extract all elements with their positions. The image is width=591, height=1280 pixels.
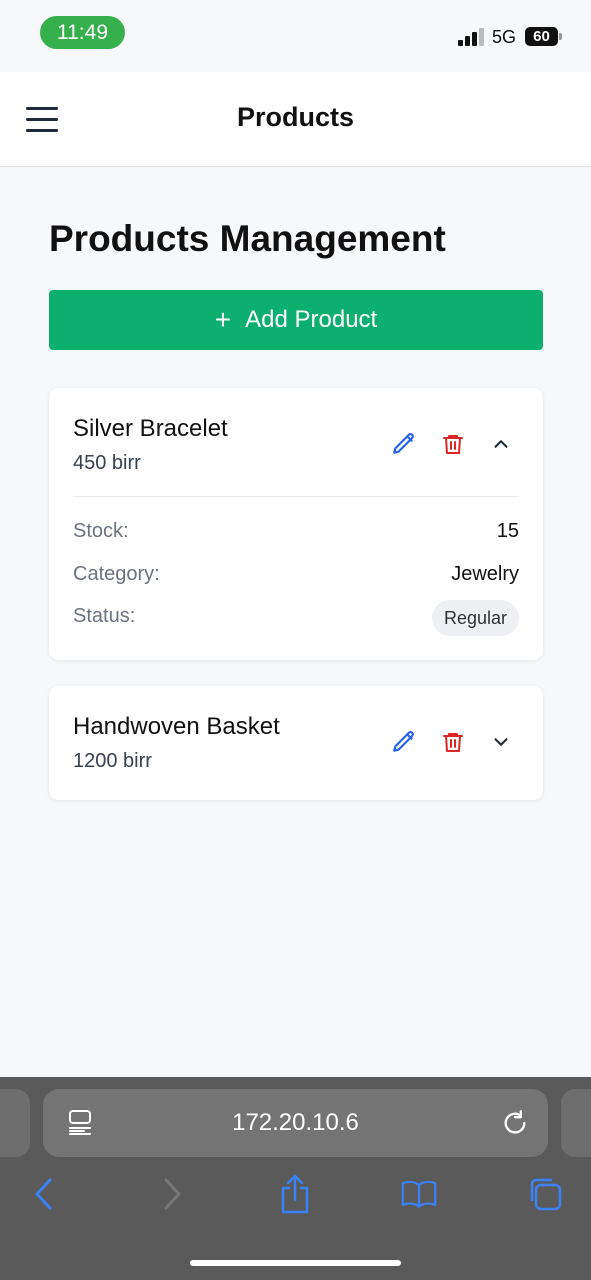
signal-icon <box>458 28 484 46</box>
url-bar[interactable]: 172.20.10.6 <box>43 1089 548 1157</box>
stock-label: Stock: <box>73 520 129 542</box>
status-label: Status: <box>73 605 136 627</box>
next-tab[interactable] <box>561 1089 591 1157</box>
battery-tip <box>559 33 562 40</box>
forward-arrow-icon[interactable] <box>154 1175 190 1213</box>
status-bar: 11:49 5G 60 <box>0 0 591 72</box>
network-type: 5G <box>492 27 517 47</box>
edit-pencil-icon[interactable] <box>390 430 418 458</box>
url-text: 172.20.10.6 <box>232 1109 359 1136</box>
edit-pencil-icon[interactable] <box>390 728 418 756</box>
category-label: Category: <box>73 563 160 585</box>
delete-trash-icon[interactable] <box>439 728 467 756</box>
add-product-label: Add Product <box>245 306 378 333</box>
product-price: 450 birr <box>73 452 141 474</box>
add-product-button[interactable]: + Add Product <box>49 290 543 350</box>
product-name: Handwoven Basket <box>73 713 280 740</box>
delete-trash-icon[interactable] <box>439 430 467 458</box>
plus-icon: + <box>214 304 232 335</box>
reload-icon[interactable] <box>501 1109 529 1137</box>
status-badge: Regular <box>431 600 519 636</box>
chevron-up-icon[interactable] <box>487 430 515 458</box>
bookmarks-icon[interactable] <box>401 1175 437 1213</box>
product-price: 1200 birr <box>73 750 152 772</box>
page-title: Products Management <box>49 218 446 259</box>
chevron-down-icon[interactable] <box>487 728 515 756</box>
browser-toolbar: 172.20.10.6 <box>0 1077 591 1280</box>
back-arrow-icon[interactable] <box>26 1175 62 1213</box>
previous-tab[interactable] <box>0 1089 30 1157</box>
battery-icon: 60 <box>525 27 558 46</box>
header-title: Products <box>236 102 355 132</box>
battery-level: 60 <box>533 28 550 45</box>
product-card: Handwoven Basket 1200 birr <box>49 686 543 800</box>
app-header: Products <box>0 72 591 167</box>
product-name: Silver Bracelet <box>73 415 228 442</box>
stock-value: 15 <box>496 520 519 542</box>
card-divider <box>73 496 519 497</box>
status-time: 11:49 <box>40 16 125 49</box>
product-card: Silver Bracelet 450 birr Stock: 15 Categ… <box>49 388 543 660</box>
tabs-icon[interactable] <box>527 1175 563 1213</box>
category-value: Jewelry <box>451 563 519 585</box>
share-icon[interactable] <box>277 1174 313 1214</box>
home-indicator <box>190 1260 401 1266</box>
